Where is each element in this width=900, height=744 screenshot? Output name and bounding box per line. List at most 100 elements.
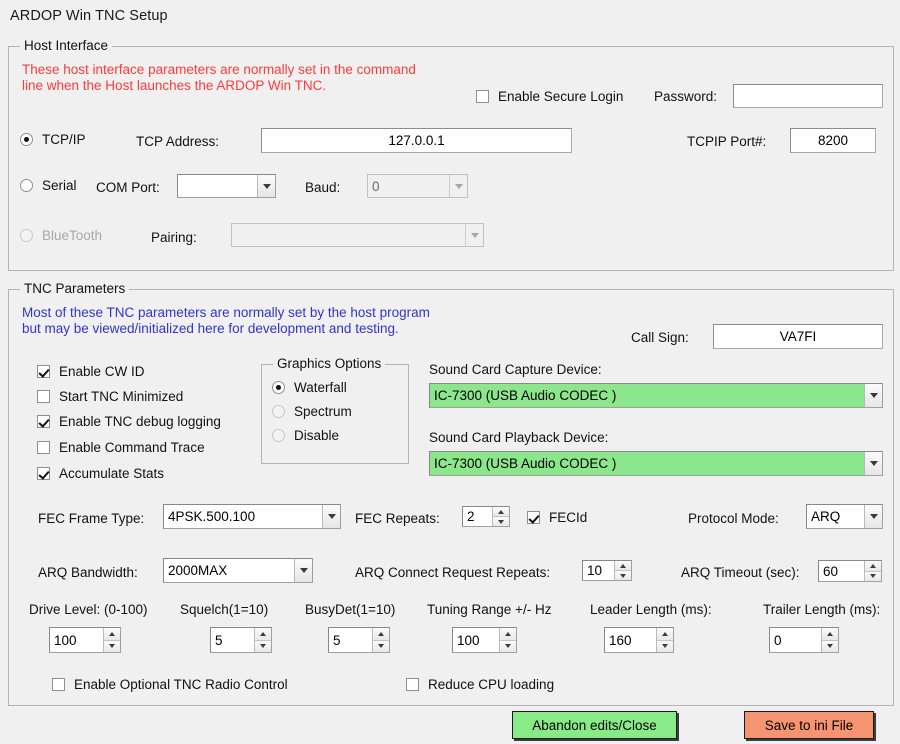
pairing-combobox[interactable] — [231, 223, 484, 247]
stepper-up-icon[interactable] — [255, 628, 271, 641]
stepper-down-icon[interactable] — [493, 517, 509, 526]
squelch-stepper[interactable] — [254, 628, 271, 652]
serial-radio-button[interactable] — [20, 179, 33, 192]
fecid-checkbox[interactable]: FECId — [527, 510, 587, 525]
reduce-cpu-loading-checkbox[interactable]: Reduce CPU loading — [406, 677, 554, 692]
tcpip-port-input[interactable]: 8200 — [790, 128, 876, 153]
busydet-value[interactable]: 5 — [329, 628, 372, 652]
stepper-down-icon[interactable] — [657, 640, 673, 652]
enable-command-trace-box[interactable] — [37, 441, 50, 454]
stepper-down-icon[interactable] — [822, 640, 838, 652]
fec-repeats-stepper[interactable] — [492, 507, 509, 526]
enable-cw-id-box[interactable] — [37, 365, 50, 378]
enable-tnc-debug-logging-checkbox[interactable]: Enable TNC debug logging — [37, 414, 221, 429]
tcpip-radio[interactable]: TCP/IP — [20, 132, 86, 147]
stepper-up-icon[interactable] — [493, 507, 509, 517]
stepper-up-icon[interactable] — [104, 628, 120, 641]
enable-radio-control-checkbox[interactable]: Enable Optional TNC Radio Control — [52, 677, 288, 692]
stepper-down-icon[interactable] — [104, 640, 120, 652]
bluetooth-radio[interactable]: BlueTooth — [20, 228, 102, 243]
stepper-up-icon[interactable] — [373, 628, 389, 641]
fec-frame-type-combobox[interactable]: 4PSK.500.100 — [163, 504, 341, 529]
chevron-down-icon[interactable] — [864, 452, 882, 475]
arq-bandwidth-combobox[interactable]: 2000MAX — [163, 558, 313, 583]
chevron-down-icon[interactable] — [257, 175, 275, 197]
fec-repeats-value[interactable]: 2 — [463, 507, 492, 526]
arq-connect-repeats-stepper[interactable] — [614, 561, 631, 580]
enable-tnc-debug-logging-box[interactable] — [37, 415, 50, 428]
busydet-spinner[interactable]: 5 — [328, 627, 390, 653]
bluetooth-radio-button[interactable] — [20, 229, 33, 242]
enable-radio-control-box[interactable] — [52, 678, 65, 691]
stepper-down-icon[interactable] — [373, 640, 389, 652]
enable-secure-login-checkbox[interactable]: Enable Secure Login — [476, 89, 623, 104]
squelch-spinner[interactable]: 5 — [210, 627, 272, 653]
com-port-combobox[interactable] — [177, 174, 276, 198]
protocol-mode-combobox[interactable]: ARQ — [806, 504, 883, 529]
accumulate-stats-checkbox[interactable]: Accumulate Stats — [37, 466, 164, 481]
tuning-range-stepper[interactable] — [499, 628, 516, 652]
serial-radio[interactable]: Serial — [20, 178, 77, 193]
stepper-up-icon[interactable] — [500, 628, 516, 641]
squelch-value[interactable]: 5 — [211, 628, 254, 652]
enable-command-trace-checkbox[interactable]: Enable Command Trace — [37, 440, 205, 455]
graphics-option-waterfall[interactable]: Waterfall — [272, 380, 347, 395]
start-tnc-minimized-checkbox[interactable]: Start TNC Minimized — [37, 389, 183, 404]
drive-level-spinner[interactable]: 100 — [49, 627, 121, 653]
chevron-down-icon[interactable] — [322, 505, 340, 528]
chevron-down-icon[interactable] — [465, 224, 483, 246]
tcpip-radio-button[interactable] — [20, 133, 33, 146]
abandon-edits-close-button[interactable]: Abandon edits/Close — [512, 711, 677, 739]
start-tnc-minimized-box[interactable] — [37, 390, 50, 403]
arq-connect-repeats-spinner[interactable]: 10 — [582, 560, 632, 581]
chevron-down-icon[interactable] — [449, 175, 467, 197]
tuning-range-value[interactable]: 100 — [453, 628, 499, 652]
arq-timeout-value[interactable]: 60 — [819, 561, 864, 581]
trailer-length-spinner[interactable]: 0 — [769, 627, 839, 653]
spectrum-radio-button[interactable] — [272, 405, 285, 418]
trailer-length-stepper[interactable] — [821, 628, 838, 652]
disable-radio-button[interactable] — [272, 429, 285, 442]
stepper-down-icon[interactable] — [865, 571, 881, 581]
leader-length-spinner[interactable]: 160 — [604, 627, 674, 653]
drive-level-value[interactable]: 100 — [50, 628, 103, 652]
accumulate-stats-box[interactable] — [37, 467, 50, 480]
chevron-down-icon[interactable] — [864, 505, 882, 528]
drive-level-stepper[interactable] — [103, 628, 120, 652]
password-input[interactable] — [733, 84, 883, 108]
leader-length-value[interactable]: 160 — [605, 628, 656, 652]
busydet-stepper[interactable] — [372, 628, 389, 652]
stepper-up-icon[interactable] — [865, 561, 881, 572]
chevron-down-icon[interactable] — [864, 384, 882, 407]
stepper-up-icon[interactable] — [822, 628, 838, 641]
tuning-range-spinner[interactable]: 100 — [452, 627, 517, 653]
stepper-up-icon[interactable] — [657, 628, 673, 641]
trailer-length-value[interactable]: 0 — [770, 628, 821, 652]
enable-secure-login-box[interactable] — [476, 90, 489, 103]
enable-cw-id-checkbox[interactable]: Enable CW ID — [37, 364, 145, 379]
graphics-option-disable[interactable]: Disable — [272, 428, 339, 443]
waterfall-radio-button[interactable] — [272, 381, 285, 394]
bluetooth-radio-label: BlueTooth — [42, 228, 103, 243]
stepper-down-icon[interactable] — [500, 640, 516, 652]
arq-connect-repeats-value[interactable]: 10 — [583, 561, 614, 580]
graphics-option-spectrum[interactable]: Spectrum — [272, 404, 352, 419]
stepper-down-icon[interactable] — [255, 640, 271, 652]
fecid-label: FECId — [549, 510, 588, 525]
arq-timeout-stepper[interactable] — [864, 561, 881, 581]
reduce-cpu-loading-box[interactable] — [406, 678, 419, 691]
chevron-down-icon[interactable] — [294, 559, 312, 582]
sound-card-playback-combobox[interactable]: IC-7300 (USB Audio CODEC ) — [429, 451, 883, 476]
save-to-ini-file-button[interactable]: Save to ini File — [744, 711, 874, 739]
fecid-box[interactable] — [527, 511, 540, 524]
baud-combobox[interactable]: 0 — [367, 174, 468, 198]
leader-length-stepper[interactable] — [656, 628, 673, 652]
arq-timeout-spinner[interactable]: 60 — [818, 560, 882, 582]
fec-repeats-spinner[interactable]: 2 — [462, 506, 510, 527]
stepper-down-icon[interactable] — [615, 571, 631, 580]
sound-card-capture-label: Sound Card Capture Device: — [429, 362, 602, 377]
stepper-up-icon[interactable] — [615, 561, 631, 571]
call-sign-input[interactable]: VA7FI — [713, 324, 883, 349]
tcp-address-input[interactable]: 127.0.0.1 — [261, 128, 572, 153]
sound-card-capture-combobox[interactable]: IC-7300 (USB Audio CODEC ) — [429, 383, 883, 408]
